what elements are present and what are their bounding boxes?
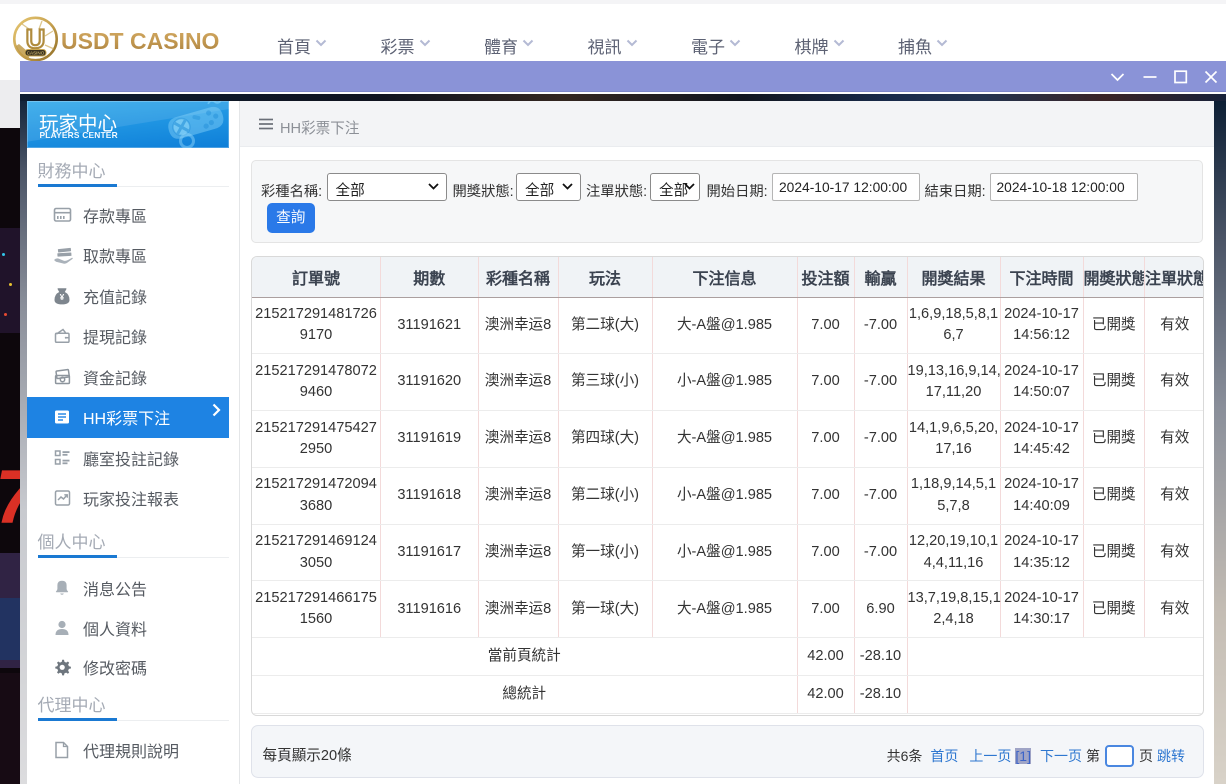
svg-text:CASINO: CASINO [27,51,45,56]
svg-text:¥: ¥ [59,293,64,302]
